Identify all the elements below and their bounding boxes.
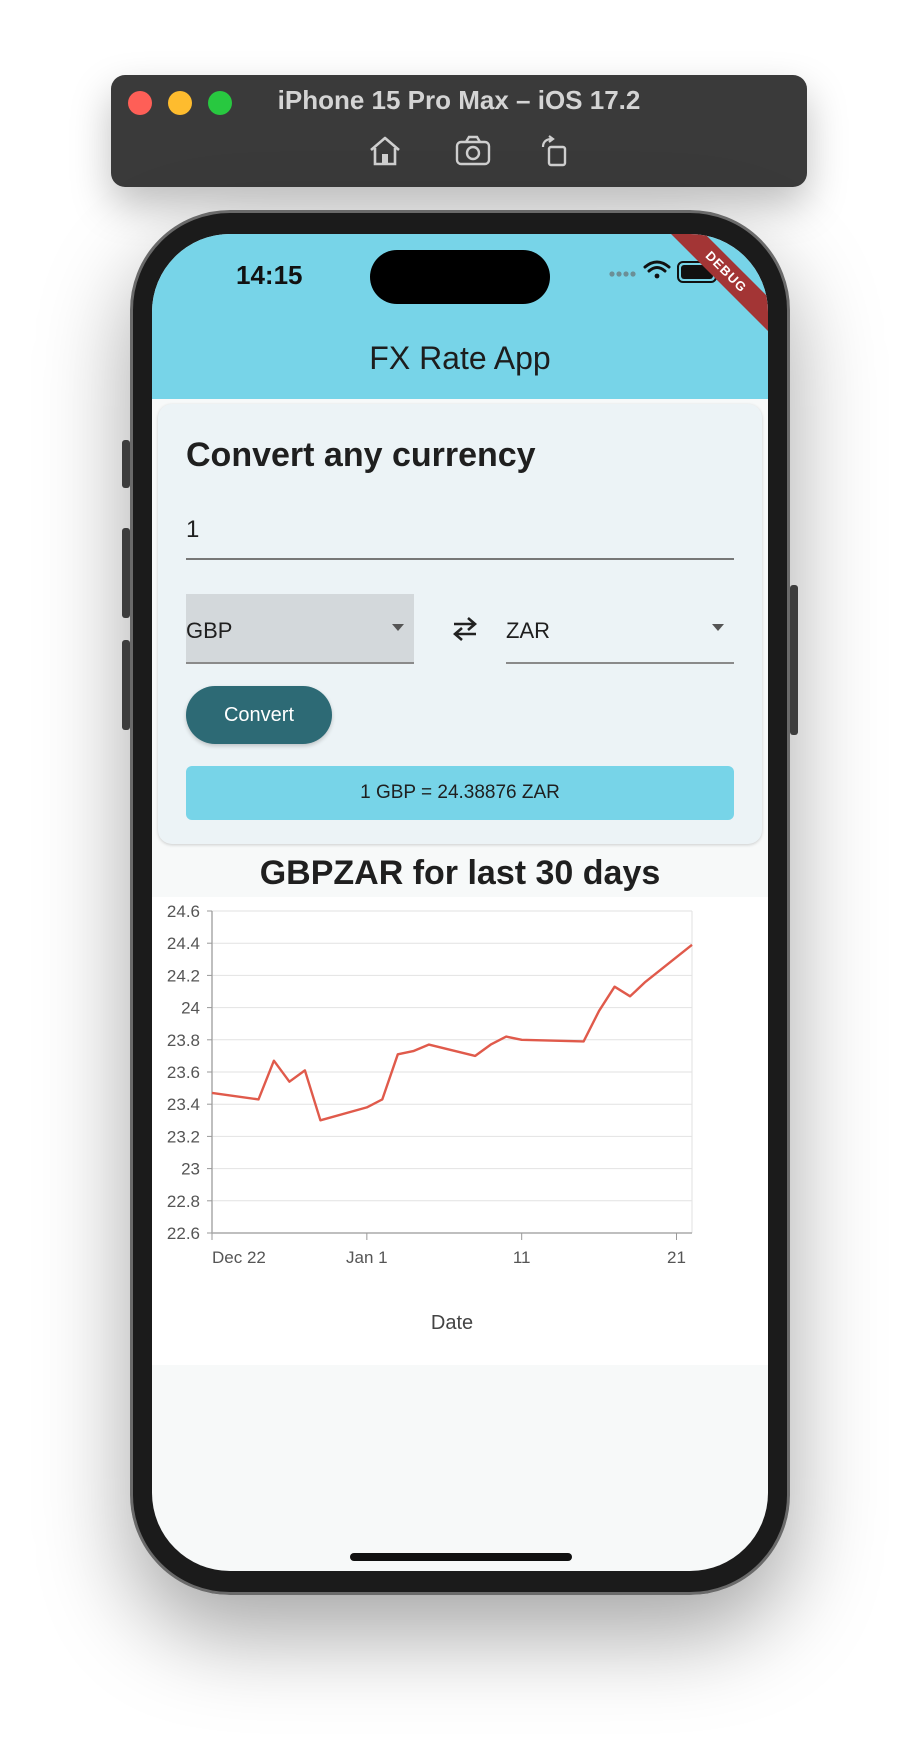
- app-title: FX Rate App: [369, 340, 551, 376]
- device-screen: 14:15 DEBUG FX Rate App Convert any curr…: [152, 234, 768, 1571]
- volume-down-button: [122, 640, 130, 730]
- simulator-title: iPhone 15 Pro Max – iOS 17.2: [277, 85, 641, 115]
- chart-grid: [212, 910, 693, 1234]
- x-tick-label: 21: [667, 1248, 686, 1267]
- dynamic-island: [370, 250, 550, 304]
- y-tick-label: 23: [181, 1160, 200, 1179]
- chart-series: [211, 943, 693, 1122]
- to-currency-value: ZAR: [506, 618, 550, 643]
- action-button: [122, 440, 130, 488]
- converter-card: Convert any currency 1 GBP ZAR Convert 1…: [158, 404, 762, 844]
- from-currency-value: GBP: [186, 618, 233, 643]
- x-tick-label: 11: [513, 1248, 531, 1267]
- simulator-title-bar: iPhone 15 Pro Max – iOS 17.2: [111, 75, 807, 187]
- volume-up-button: [122, 528, 130, 618]
- home-indicator[interactable]: [350, 1553, 572, 1561]
- swap-icon[interactable]: [450, 616, 480, 647]
- card-title: Convert any currency: [186, 436, 536, 474]
- y-tick-label: 22.6: [167, 1224, 200, 1243]
- y-tick-label: 23.8: [167, 1031, 200, 1050]
- x-axis-label: Date: [431, 1312, 473, 1334]
- rate-chart-svg: 22.6 22.8 23 23.2 23.4 23.6 23.8 24 24.2 24.4 24.6…: [167, 902, 693, 1334]
- app-bar: 14:15 DEBUG FX Rate App: [152, 234, 768, 399]
- home-icon[interactable]: [368, 135, 402, 167]
- y-tick-label: 24.4: [167, 934, 200, 953]
- x-tick-label: Dec 22: [212, 1248, 266, 1267]
- y-tick-label: 23.4: [167, 1095, 200, 1114]
- from-currency-dropdown[interactable]: GBP: [186, 594, 414, 664]
- power-button: [790, 585, 798, 735]
- rotate-icon[interactable]: [539, 135, 571, 167]
- to-currency-dropdown[interactable]: ZAR: [506, 594, 734, 664]
- x-axis-ticks: Dec 22 Jan 1 11 21: [211, 1233, 686, 1267]
- y-tick-label: 24.6: [167, 902, 200, 921]
- wifi-icon: [643, 260, 671, 279]
- y-tick-label: 22.8: [167, 1192, 200, 1211]
- cellular-signal-icon: [609, 271, 636, 277]
- conversion-result: 1 GBP = 24.38876 ZAR: [186, 766, 734, 820]
- convert-button[interactable]: Convert: [186, 686, 332, 744]
- chart-title: GBPZAR for last 30 days: [259, 854, 661, 892]
- chevron-down-icon: [712, 624, 724, 631]
- y-tick-label: 23.6: [167, 1063, 200, 1082]
- y-tick-label: 24.2: [167, 966, 200, 985]
- simulator-toolbar: [111, 135, 807, 167]
- x-tick-label: Jan 1: [346, 1248, 388, 1267]
- chevron-down-icon: [392, 624, 404, 631]
- y-tick-label: 23.2: [167, 1127, 200, 1146]
- rate-chart: 22.6 22.8 23 23.2 23.4 23.6 23.8 24 24.2 24.4 24.6…: [152, 897, 768, 1365]
- status-time: 14:15: [236, 260, 303, 290]
- y-tick-label: 24: [181, 999, 200, 1018]
- screenshot-icon[interactable]: [455, 135, 491, 167]
- y-axis-ticks: 22.6 22.8 23 23.2 23.4 23.6 23.8 24 24.2 24.4 24.6: [167, 902, 212, 1243]
- amount-input[interactable]: 1: [186, 508, 734, 560]
- series-line: [211, 943, 693, 1122]
